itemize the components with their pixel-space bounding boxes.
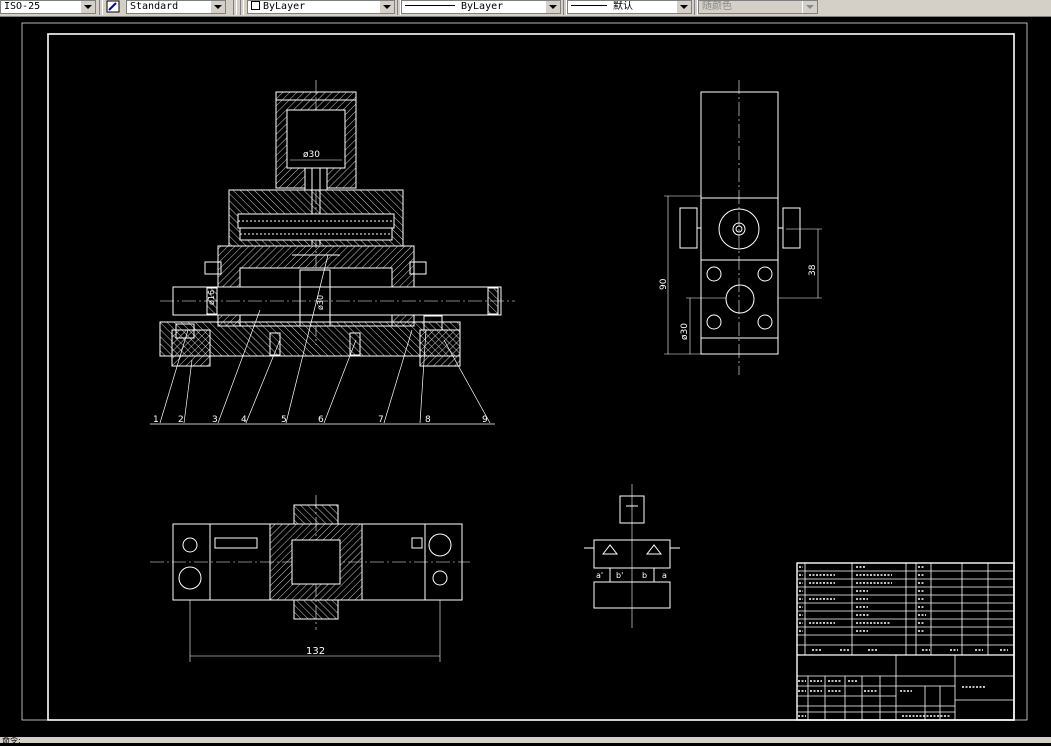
- toolbar-separator: [240, 0, 244, 15]
- chevron-down-icon[interactable]: [802, 1, 817, 13]
- part-label-9: 9: [482, 415, 488, 425]
- part-label-4: 4: [241, 415, 247, 425]
- part-label-1: 1: [153, 415, 159, 425]
- title-block-marks: [798, 566, 1008, 717]
- part-label-5: 5: [281, 415, 287, 425]
- lineweight-value: 默认: [613, 1, 633, 12]
- layer-color-combo[interactable]: ByLayer: [247, 0, 395, 14]
- outer-drawing-frame: [21, 22, 1028, 721]
- linetype-value: ByLayer: [461, 1, 504, 12]
- inner-drawing-frame: [47, 33, 1015, 721]
- front-section-view: ø30 ø16 ø30: [150, 80, 515, 425]
- chevron-down-icon[interactable]: [676, 1, 691, 13]
- dim-side-upper: 38: [808, 264, 818, 276]
- dim-side-hole: ø30: [680, 323, 690, 340]
- side-view: 90 ø30 38: [659, 80, 822, 375]
- properties-toolbar: ISO-25 Standard ByLayer ByLayer 默认 随颜色: [0, 0, 1051, 17]
- dim-side-overall: 90: [659, 278, 669, 290]
- textstyle-value: Standard: [130, 1, 179, 12]
- dim-d-shaft: ø16: [207, 290, 216, 305]
- port-label-a-right: a: [662, 571, 667, 580]
- chevron-down-icon[interactable]: [545, 1, 560, 13]
- valve-port-labels: a' b' b a: [596, 571, 667, 580]
- plotstyle-value: 随颜色: [702, 1, 732, 12]
- parts-list-rows: [797, 563, 1014, 656]
- port-label-b-left: b': [616, 571, 623, 580]
- title-block: [796, 562, 1015, 721]
- plotstyle-combo[interactable]: 随颜色: [698, 0, 818, 14]
- textstyle-combo[interactable]: Standard: [126, 0, 226, 14]
- lineweight-combo[interactable]: 默认: [567, 0, 692, 14]
- text-style-icon[interactable]: [106, 0, 120, 13]
- dimstyle-combo[interactable]: ISO-25: [0, 0, 96, 14]
- linetype-preview-icon: [405, 5, 455, 6]
- command-line-text: 命令:: [2, 736, 21, 745]
- part-label-3: 3: [212, 415, 218, 425]
- dim-plan-length: 132: [306, 646, 325, 657]
- part-label-8: 8: [425, 415, 431, 425]
- dimstyle-value: ISO-25: [4, 1, 41, 12]
- toolbar-separator: [233, 0, 237, 15]
- plan-view: 132: [150, 495, 470, 662]
- part-labels: 1 2 3 4 5 6 7 8 9: [153, 415, 488, 425]
- layer-color-value: ByLayer: [263, 1, 306, 12]
- linetype-combo[interactable]: ByLayer: [401, 0, 561, 14]
- part-label-6: 6: [318, 415, 324, 425]
- port-label-a-left: a': [596, 571, 603, 580]
- lineweight-preview-icon: [571, 5, 607, 6]
- part-label-7: 7: [378, 415, 384, 425]
- toolbar-separator: [99, 0, 103, 15]
- chevron-down-icon[interactable]: [210, 1, 225, 13]
- valve-symbol: [584, 484, 680, 628]
- part-label-2: 2: [178, 415, 184, 425]
- drawing-canvas[interactable]: ø30 ø16 ø30 1 2 3 4 5 6 7 8 9 90 ø30 38 …: [0, 17, 1051, 737]
- status-bar: 命令:: [0, 736, 1051, 745]
- chevron-down-icon[interactable]: [80, 1, 95, 13]
- color-swatch-icon: [251, 1, 260, 10]
- chevron-down-icon[interactable]: [379, 1, 394, 13]
- dim-d-top-bore: ø30: [303, 150, 320, 160]
- port-label-b-right: b: [642, 571, 647, 580]
